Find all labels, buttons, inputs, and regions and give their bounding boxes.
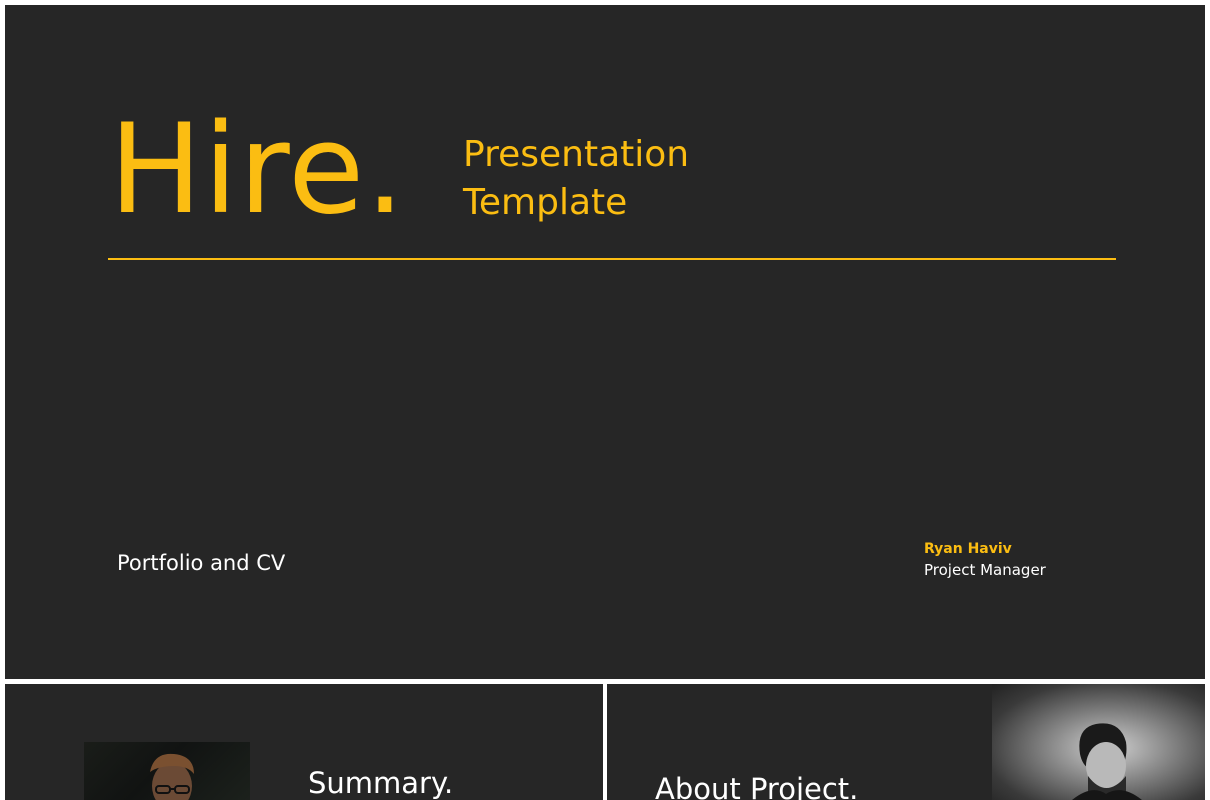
summary-title: Summary.	[308, 766, 454, 800]
slide-subtitle: Presentation Template	[463, 131, 689, 227]
subtitle-line-1: Presentation	[463, 134, 690, 175]
portrait-photo	[992, 684, 1205, 800]
slide-thumbnail-summary[interactable]: Summary.	[5, 684, 603, 800]
slide-thumbnail-title[interactable]: Hire. Presentation Template Portfolio an…	[5, 5, 1205, 679]
about-title: About Project.	[655, 772, 859, 800]
portrait-illustration	[150, 753, 194, 800]
slide-sorter-canvas: Hire. Presentation Template Portfolio an…	[0, 0, 1210, 800]
author-role: Project Manager	[924, 561, 1046, 579]
slide-title: Hire.	[109, 98, 406, 242]
portrait-illustration	[1072, 723, 1142, 800]
subtitle-line-2: Template	[463, 182, 628, 223]
author-name: Ryan Haviv	[924, 541, 1012, 557]
portfolio-label: Portfolio and CV	[117, 551, 286, 575]
slide-thumbnail-about[interactable]: About Project.	[607, 684, 1205, 800]
portrait-photo	[84, 742, 250, 800]
accent-divider	[108, 258, 1116, 260]
